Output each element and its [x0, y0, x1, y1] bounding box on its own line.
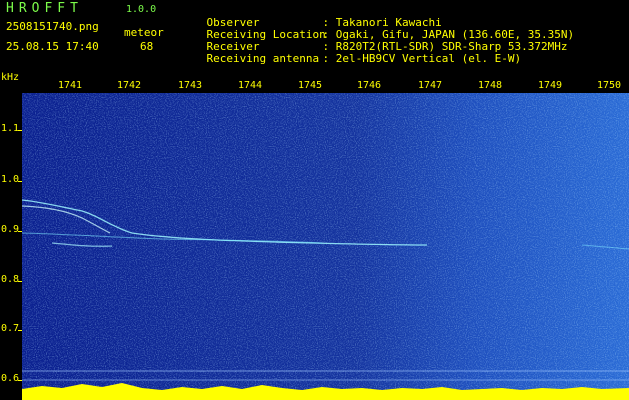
- x-tick-label: 1747: [418, 80, 443, 91]
- x-tick-label: 1741: [58, 80, 83, 91]
- x-tick-label: 1745: [298, 80, 323, 91]
- file-name: 2508151740.png: [6, 20, 99, 33]
- app-title: HROFFT: [6, 1, 83, 16]
- spectrogram-area: [22, 93, 629, 400]
- timestamp: 25.08.15 17:40: [6, 40, 99, 53]
- x-tick-label: 1742: [117, 80, 142, 91]
- y-tick-label: 0.9: [1, 224, 20, 235]
- spectrogram-canvas: [22, 93, 629, 400]
- info-value: : 2el-HB9CV Vertical (el. E-W): [322, 52, 522, 65]
- y-tick-label: 1.0: [1, 174, 20, 185]
- x-tick-label: 1748: [478, 80, 503, 91]
- y-tick-label: 0.7: [1, 323, 20, 334]
- info-antenna: Receiving antenna: 2el-HB9CV Vertical (e…: [180, 41, 522, 77]
- x-tick-label: 1746: [357, 80, 382, 91]
- y-tick-label: 1.1: [1, 123, 20, 134]
- y-tick-label: 0.8: [1, 274, 20, 285]
- y-axis-unit: kHz: [1, 72, 20, 83]
- x-tick-label: 1744: [238, 80, 263, 91]
- hrofft-window: HROFFT 1.0.0 2508151740.png 25.08.15 17:…: [0, 0, 629, 400]
- y-tick-label: 0.6: [1, 373, 20, 384]
- x-tick-label: 1743: [178, 80, 203, 91]
- x-tick-label: 1750: [597, 80, 622, 91]
- spectrogram-noise: [22, 93, 629, 400]
- x-tick-label: 1749: [538, 80, 563, 91]
- app-version: 1.0.0: [126, 4, 157, 15]
- meteor-label: meteor: [124, 26, 164, 39]
- info-key: Receiving antenna: [206, 52, 320, 65]
- meteor-count: 68: [140, 40, 154, 53]
